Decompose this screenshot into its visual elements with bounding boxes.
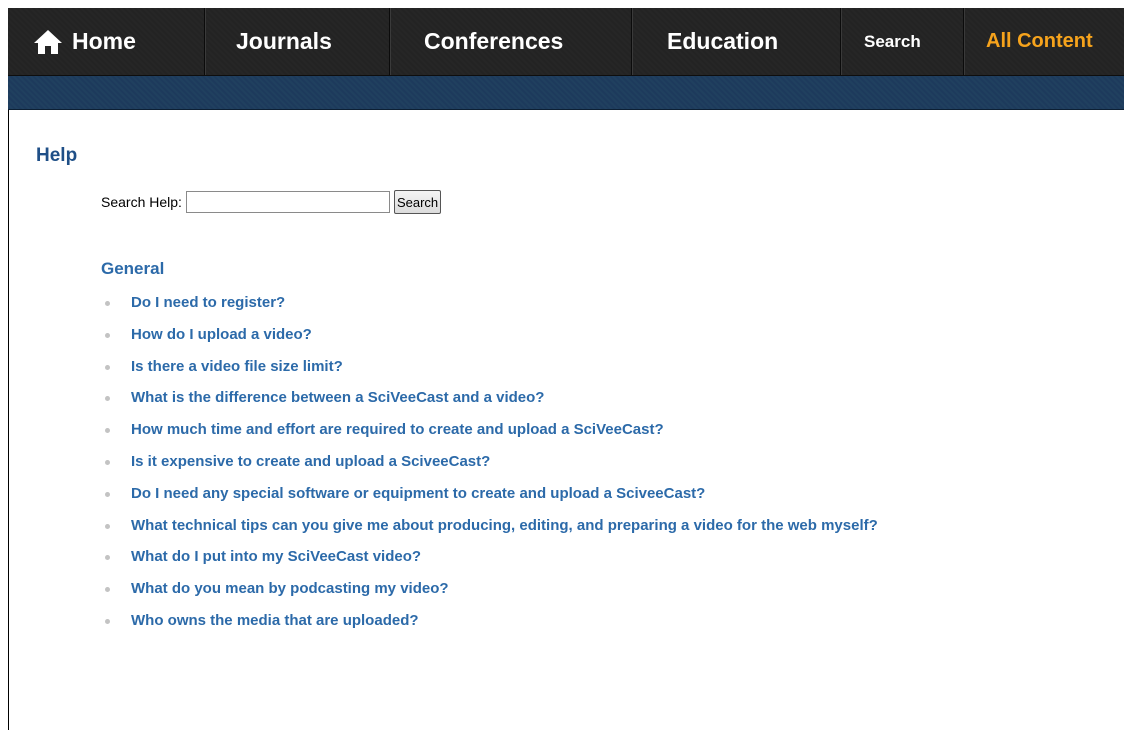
faq-link[interactable]: How do I upload a video? bbox=[131, 326, 312, 344]
faq-link[interactable]: What do you mean by podcasting my video? bbox=[131, 580, 449, 598]
bullet-icon bbox=[105, 396, 110, 402]
section-title-general: General bbox=[101, 259, 165, 278]
nav-conferences[interactable]: Conferences bbox=[424, 8, 563, 75]
search-help-input[interactable] bbox=[185, 191, 390, 213]
faq-link[interactable]: How much time and effort are required to… bbox=[131, 421, 664, 439]
nav-divider bbox=[840, 8, 841, 75]
list-item: What is the difference between a SciVeeC… bbox=[105, 389, 878, 421]
list-item: Is it expensive to create and upload a S… bbox=[105, 453, 878, 485]
bullet-icon bbox=[105, 332, 110, 338]
search-help-label: Search Help: bbox=[101, 194, 182, 210]
bullet-icon bbox=[105, 364, 110, 370]
list-item: What do I put into my SciVeeCast video? bbox=[105, 548, 878, 580]
faq-link[interactable]: Do I need any special software or equipm… bbox=[131, 485, 705, 503]
search-help-button[interactable]: Search bbox=[393, 190, 442, 214]
list-item: What do you mean by podcasting my video? bbox=[105, 580, 878, 612]
nav-home[interactable]: Home bbox=[33, 8, 136, 75]
nav-journals[interactable]: Journals bbox=[236, 8, 332, 75]
faq-link[interactable]: Do I need to register? bbox=[131, 294, 285, 312]
nav-divider bbox=[204, 8, 205, 75]
nav-home-label: Home bbox=[72, 28, 136, 54]
bullet-icon bbox=[105, 301, 110, 306]
nav-search[interactable]: Search bbox=[864, 8, 921, 75]
faq-link[interactable]: Is it expensive to create and upload a S… bbox=[131, 453, 490, 471]
list-item: What technical tips can you give me abou… bbox=[105, 517, 878, 549]
list-item: How do I upload a video? bbox=[105, 326, 878, 358]
page-title: Help bbox=[36, 145, 78, 166]
faq-link[interactable]: What is the difference between a SciVeeC… bbox=[131, 389, 544, 407]
bullet-icon bbox=[105, 428, 110, 434]
bullet-icon bbox=[105, 459, 110, 465]
list-item: Do I need any special software or equipm… bbox=[105, 485, 878, 517]
bullet-icon bbox=[105, 523, 110, 529]
top-navigation-bar: Home Journals Conferences Education Sear… bbox=[8, 8, 1124, 76]
help-content-panel: Help Search Help: Search General Do I ne… bbox=[8, 110, 1124, 730]
sub-navigation-bar bbox=[8, 76, 1124, 110]
faq-link[interactable]: What do I put into my SciVeeCast video? bbox=[131, 548, 421, 566]
faq-link[interactable]: Who owns the media that are uploaded? bbox=[131, 612, 419, 630]
list-item: Do I need to register? bbox=[105, 294, 878, 326]
nav-divider bbox=[389, 8, 390, 75]
faq-list: Do I need to register? How do I upload a… bbox=[105, 294, 878, 644]
list-item: How much time and effort are required to… bbox=[105, 421, 878, 453]
bullet-icon bbox=[105, 618, 110, 624]
bullet-icon bbox=[105, 555, 110, 561]
faq-link[interactable]: Is there a video file size limit? bbox=[131, 358, 343, 376]
bullet-icon bbox=[105, 587, 110, 593]
nav-divider bbox=[631, 8, 632, 75]
help-search-form: Search Help: Search bbox=[101, 190, 442, 214]
nav-all-content[interactable]: All Content bbox=[986, 8, 1093, 75]
list-item: Is there a video file size limit? bbox=[105, 358, 878, 390]
faq-link[interactable]: What technical tips can you give me abou… bbox=[131, 517, 878, 535]
list-item: Who owns the media that are uploaded? bbox=[105, 612, 878, 644]
nav-education[interactable]: Education bbox=[667, 8, 778, 75]
page-frame: Home Journals Conferences Education Sear… bbox=[0, 0, 1124, 730]
nav-divider bbox=[963, 8, 964, 75]
home-icon bbox=[34, 29, 62, 54]
bullet-icon bbox=[105, 491, 110, 497]
